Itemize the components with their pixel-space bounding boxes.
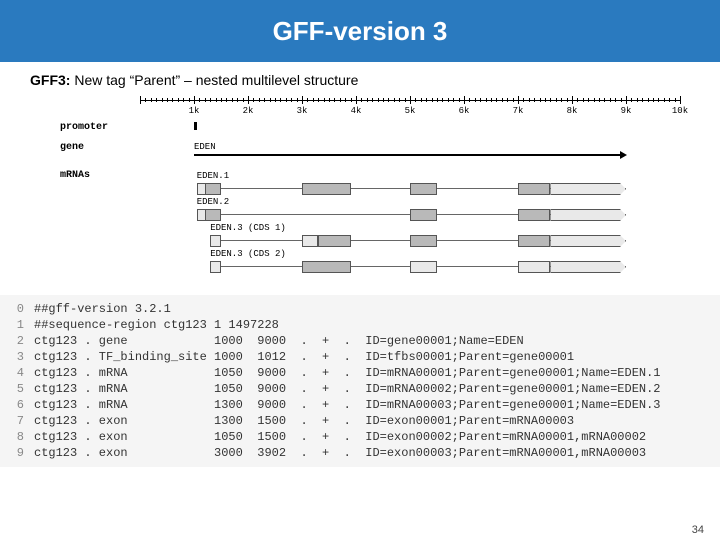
ruler-tick-label: 9k — [621, 106, 632, 116]
ruler-tick-label: 2k — [243, 106, 254, 116]
line-number: 5 — [0, 381, 34, 397]
ruler: 1k2k3k4k5k6k7k8k9k10k — [140, 94, 680, 112]
line-number: 2 — [0, 333, 34, 349]
code-line: 1##sequence-region ctg123 1 1497228 — [0, 317, 720, 333]
gene-name-label: EDEN — [194, 142, 216, 152]
row-label-gene: gene — [60, 142, 136, 153]
cds-segment — [205, 209, 221, 221]
utr-segment — [518, 261, 550, 273]
promoter-box — [194, 122, 197, 130]
code-text: ctg123 . exon 3000 3902 . + . ID=exon000… — [34, 445, 720, 461]
line-number: 1 — [0, 317, 34, 333]
ruler-tick-label: 6k — [459, 106, 470, 116]
code-block: 0##gff-version 3.2.11##sequence-region c… — [0, 295, 720, 467]
mrna-name: EDEN.3 (CDS 2) — [210, 249, 286, 259]
ruler-tick-label: 5k — [405, 106, 416, 116]
line-number: 9 — [0, 445, 34, 461]
utr-segment — [550, 261, 626, 273]
ruler-tick-label: 1k — [189, 106, 200, 116]
mrna-name: EDEN.1 — [197, 171, 229, 181]
code-text: ##sequence-region ctg123 1 1497228 — [34, 317, 720, 333]
ruler-tick-label: 10k — [672, 106, 688, 116]
ruler-tick-label: 8k — [567, 106, 578, 116]
cds-segment — [205, 183, 221, 195]
code-line: 0##gff-version 3.2.1 — [0, 301, 720, 317]
line-number: 4 — [0, 365, 34, 381]
code-text: ctg123 . mRNA 1050 9000 . + . ID=mRNA000… — [34, 381, 720, 397]
mrna-name: EDEN.2 — [197, 197, 229, 207]
line-number: 6 — [0, 397, 34, 413]
utr-segment — [550, 209, 626, 221]
cds-segment — [518, 209, 550, 221]
utr-segment — [550, 235, 626, 247]
utr-segment — [302, 235, 318, 247]
cds-segment — [318, 235, 351, 247]
slide-header: GFF-version 3 — [0, 0, 720, 62]
code-line: 7ctg123 . exon 1300 1500 . + . ID=exon00… — [0, 413, 720, 429]
ruler-tick-label: 3k — [297, 106, 308, 116]
slide-title: GFF-version 3 — [273, 16, 448, 47]
ruler-tick-label: 7k — [513, 106, 524, 116]
cds-segment — [518, 183, 550, 195]
code-line: 6ctg123 . mRNA 1300 9000 . + . ID=mRNA00… — [0, 397, 720, 413]
code-text: ctg123 . exon 1050 1500 . + . ID=exon000… — [34, 429, 720, 445]
cds-segment — [410, 235, 437, 247]
utr-segment — [410, 261, 437, 273]
row-label-mrnas: mRNAs — [60, 170, 136, 181]
line-number: 7 — [0, 413, 34, 429]
gene-track: EDEN — [140, 152, 680, 166]
line-number: 0 — [0, 301, 34, 317]
code-line: 9ctg123 . exon 3000 3902 . + . ID=exon00… — [0, 445, 720, 461]
cds-segment — [518, 235, 550, 247]
promoter-track — [140, 122, 680, 136]
row-label-promoter: promoter — [60, 122, 136, 133]
subtitle-rest: New tag “Parent” – nested multilevel str… — [70, 72, 358, 88]
code-text: ctg123 . mRNA 1050 9000 . + . ID=mRNA000… — [34, 365, 720, 381]
cds-segment — [410, 209, 437, 221]
ruler-tick-label: 4k — [351, 106, 362, 116]
utr-segment — [210, 235, 221, 247]
genome-diagram: 1k2k3k4k5k6k7k8k9k10k promoter gene EDEN… — [60, 94, 690, 289]
code-text: ctg123 . exon 1300 1500 . + . ID=exon000… — [34, 413, 720, 429]
cds-segment — [410, 183, 437, 195]
page-number: 34 — [692, 524, 704, 536]
code-line: 4ctg123 . mRNA 1050 9000 . + . ID=mRNA00… — [0, 365, 720, 381]
code-line: 5ctg123 . mRNA 1050 9000 . + . ID=mRNA00… — [0, 381, 720, 397]
code-text: ctg123 . mRNA 1300 9000 . + . ID=mRNA000… — [34, 397, 720, 413]
utr-segment — [550, 183, 626, 195]
utr-segment — [210, 261, 221, 273]
code-line: 8ctg123 . exon 1050 1500 . + . ID=exon00… — [0, 429, 720, 445]
line-number: 3 — [0, 349, 34, 365]
subtitle-lead: GFF3: — [30, 72, 70, 88]
line-number: 8 — [0, 429, 34, 445]
mrna-name: EDEN.3 (CDS 1) — [210, 223, 286, 233]
code-text: ctg123 . gene 1000 9000 . + . ID=gene000… — [34, 333, 720, 349]
cds-segment — [302, 261, 351, 273]
code-line: 2ctg123 . gene 1000 9000 . + . ID=gene00… — [0, 333, 720, 349]
code-line: 3ctg123 . TF_binding_site 1000 1012 . + … — [0, 349, 720, 365]
mrna-row: EDEN.3 (CDS 2) — [140, 258, 680, 282]
code-text: ##gff-version 3.2.1 — [34, 301, 720, 317]
subtitle: GFF3: New tag “Parent” – nested multilev… — [0, 62, 720, 92]
cds-segment — [302, 183, 351, 195]
code-text: ctg123 . TF_binding_site 1000 1012 . + .… — [34, 349, 720, 365]
